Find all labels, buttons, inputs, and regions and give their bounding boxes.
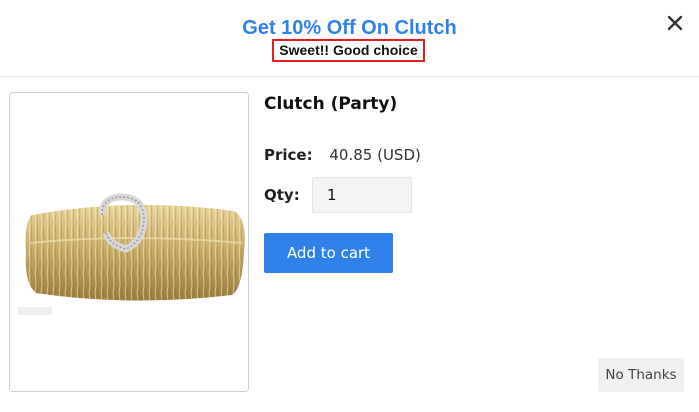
quantity-row: Qty:	[264, 177, 412, 213]
quantity-input[interactable]	[312, 177, 412, 213]
discount-popup: Get 10% Off On Clutch Sweet!! Good choic…	[0, 0, 699, 412]
offer-title: Get 10% Off On Clutch	[242, 17, 457, 39]
popup-header: Get 10% Off On Clutch Sweet!! Good choic…	[0, 0, 699, 77]
quantity-label: Qty:	[264, 186, 300, 204]
no-thanks-button[interactable]: No Thanks	[598, 358, 684, 392]
product-name: Clutch (Party)	[264, 94, 398, 114]
gold-clutch-purse-image	[10, 93, 248, 391]
price-value: 40.85 (USD)	[329, 146, 421, 164]
price-label: Price:	[264, 146, 313, 164]
product-image	[9, 92, 249, 392]
close-icon	[667, 15, 683, 31]
close-button[interactable]	[662, 10, 688, 36]
offer-subtitle: Sweet!! Good choice	[272, 39, 425, 62]
price-row: Price: 40.85 (USD)	[264, 145, 421, 165]
add-to-cart-button[interactable]: Add to cart	[264, 233, 393, 273]
